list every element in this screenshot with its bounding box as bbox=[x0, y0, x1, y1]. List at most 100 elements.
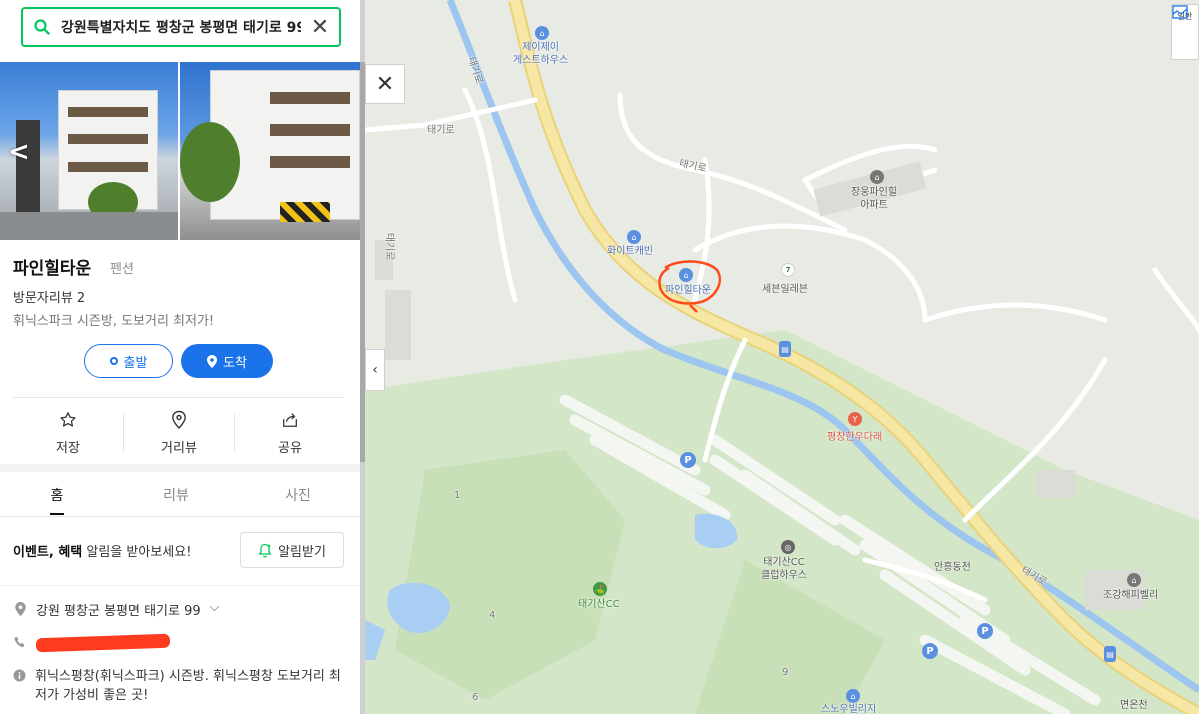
window-band bbox=[270, 156, 350, 168]
star-icon bbox=[60, 412, 76, 427]
lodging-pin-icon[interactable]: ⌂ bbox=[846, 689, 860, 703]
apartment-pin-icon[interactable]: ⌂ bbox=[870, 170, 884, 184]
convenience-store-pin-icon[interactable]: 7 bbox=[781, 263, 795, 277]
map-label-restaurant[interactable]: 평창한우다래 bbox=[827, 431, 882, 444]
clubhouse-pin-icon[interactable]: ◎ bbox=[781, 540, 795, 554]
location-pin-icon bbox=[207, 354, 218, 368]
visitor-reviews-link[interactable]: 방문자리뷰 2 bbox=[13, 287, 85, 306]
depart-button[interactable]: 출발 bbox=[84, 344, 173, 378]
restaurant-pin-icon[interactable]: Y bbox=[848, 412, 862, 426]
map-label-golf-club[interactable]: 태기산CC bbox=[578, 598, 620, 611]
section-separator bbox=[0, 464, 360, 472]
event-bold-text: 이벤트, 혜택 bbox=[13, 545, 83, 560]
parking-icon[interactable]: P bbox=[977, 623, 993, 639]
map-canvas bbox=[365, 0, 1199, 714]
app-root: 강원특별자치도 평창군 봉평면 태기로 99 ✕ < 파인힐타운 펜션 방문자리… bbox=[0, 0, 1199, 714]
road-shape bbox=[0, 212, 178, 240]
map-label-text: 태기산CC 클럽하우스 bbox=[761, 557, 807, 581]
place-panel: 강원특별자치도 평창군 봉평면 태기로 99 ✕ < 파인힐타운 펜션 방문자리… bbox=[0, 0, 365, 714]
share-icon bbox=[283, 413, 297, 427]
share-button[interactable]: 공유 bbox=[235, 408, 345, 456]
window-band bbox=[68, 162, 148, 172]
search-box[interactable]: 강원특별자치도 평창군 봉평면 태기로 99 ✕ bbox=[21, 7, 341, 47]
search-input[interactable]: 강원특별자치도 평창군 봉평면 태기로 99 bbox=[61, 17, 301, 37]
redacted-phone bbox=[35, 633, 171, 653]
save-button[interactable]: 저장 bbox=[13, 408, 123, 456]
bell-plus-icon bbox=[258, 543, 272, 557]
window-band bbox=[270, 92, 350, 104]
street-view-label: 거리뷰 bbox=[161, 441, 197, 456]
origin-dot-icon bbox=[109, 357, 118, 365]
map-label-jeje-guesthouse[interactable]: 제이제이 게스트하우스 bbox=[513, 41, 568, 67]
golf-hole-label: 1 bbox=[454, 490, 461, 501]
window-band bbox=[68, 107, 148, 117]
parking-icon[interactable]: P bbox=[680, 452, 696, 468]
sign-board bbox=[16, 120, 40, 220]
close-icon: ✕ bbox=[375, 71, 395, 97]
bus-stop-icon[interactable]: ▤ bbox=[779, 341, 791, 357]
map-label-apartment[interactable]: 장웅파인힐 아파트 bbox=[851, 186, 897, 212]
lodging-pin-icon[interactable]: ⌂ bbox=[627, 230, 641, 244]
search-icon[interactable] bbox=[23, 9, 61, 45]
map-label-white-cabin[interactable]: 화이트캐빈 bbox=[607, 245, 653, 258]
close-panel-button[interactable]: ✕ bbox=[365, 64, 405, 104]
notify-button[interactable]: 알림받기 bbox=[240, 532, 344, 568]
map-label-clubhouse[interactable]: 태기산CC 클럽하우스 bbox=[761, 556, 807, 582]
place-photo-2[interactable] bbox=[180, 62, 360, 240]
place-title: 파인힐타운 bbox=[13, 259, 92, 279]
map-type-control[interactable]: 일반 bbox=[1171, 4, 1199, 60]
tab-photos[interactable]: 사진 bbox=[243, 485, 353, 505]
place-short-description: 휘닉스파크 시즌방, 도보거리 최저가! bbox=[13, 314, 215, 329]
window-band bbox=[270, 124, 350, 136]
map-view[interactable]: ⌂ ⌂ ⌂ ⌂ 7 Y ◎ ⛳ ⌂ ⌂ ▤ ▤ P P P 제이제이 게스트하우… bbox=[365, 0, 1199, 714]
place-category: 펜션 bbox=[110, 262, 134, 277]
save-label: 저장 bbox=[56, 441, 80, 456]
map-label-pinehill-town[interactable]: 파인힐타운 bbox=[665, 284, 711, 297]
chevron-left-icon: ‹ bbox=[372, 362, 378, 378]
tree-shape bbox=[180, 122, 240, 202]
divider bbox=[0, 516, 360, 517]
share-label: 공유 bbox=[278, 441, 302, 456]
map-label-stream: 면온천 bbox=[1120, 700, 1148, 711]
bus-stop-icon[interactable]: ▤ bbox=[1104, 646, 1116, 662]
striped-barrier bbox=[280, 202, 330, 222]
golf-hole-label: 9 bbox=[782, 667, 789, 678]
lodging-pin-icon[interactable]: ⌂ bbox=[535, 26, 549, 40]
address-row[interactable]: 강원 평창군 봉평면 태기로 99 ⌵ bbox=[13, 600, 220, 619]
clear-search-icon[interactable]: ✕ bbox=[301, 9, 339, 45]
golf-hole-label: 6 bbox=[472, 692, 479, 703]
tab-home[interactable]: 홈 bbox=[2, 485, 112, 505]
photo-strip[interactable]: < bbox=[0, 62, 360, 240]
road-label: 태기로 bbox=[383, 232, 395, 261]
collapse-panel-button[interactable]: ‹ bbox=[365, 349, 385, 391]
location-pin-icon bbox=[13, 600, 27, 619]
map-label-text: 제이제이 게스트하우스 bbox=[513, 42, 569, 66]
building-pin-icon[interactable]: ⌂ bbox=[1127, 573, 1141, 587]
golf-hole-label: 4 bbox=[489, 610, 496, 621]
phone-row[interactable] bbox=[13, 633, 171, 653]
chevron-down-icon[interactable]: ⌵ bbox=[210, 600, 220, 619]
map-label-stream: 안흥동천 bbox=[934, 562, 971, 573]
divider bbox=[0, 585, 360, 586]
map-label-snow-village[interactable]: 스노우빌리지 bbox=[821, 703, 876, 714]
map-label-happy-valley[interactable]: 조강해피벨리 bbox=[1103, 589, 1158, 602]
divider bbox=[13, 397, 343, 398]
map-layers-icon bbox=[1172, 5, 1188, 19]
place-description: 휘닉스평창(휘닉스파크) 시즌방. 휘닉스평창 도보거리 최저가 가성비 좋은 … bbox=[35, 669, 341, 703]
golf-pin-icon[interactable]: ⛳ bbox=[593, 582, 607, 596]
map-label-seven-eleven[interactable]: 세븐일레븐 bbox=[762, 283, 808, 296]
event-notice: 이벤트, 혜택 알림을 받아보세요! bbox=[13, 541, 191, 560]
active-tab-indicator bbox=[50, 513, 64, 515]
tab-reviews[interactable]: 리뷰 bbox=[121, 485, 231, 505]
event-rest-text: 알림을 받아보세요! bbox=[82, 545, 192, 560]
description-row: 휘닉스평창(휘닉스파크) 시즌방. 휘닉스평창 도보거리 최저가 가성비 좋은 … bbox=[13, 667, 348, 705]
lodging-pin-icon[interactable]: ⌂ bbox=[679, 268, 693, 282]
address-text: 강원 평창군 봉평면 태기로 99 bbox=[36, 604, 201, 619]
parking-icon[interactable]: P bbox=[922, 643, 938, 659]
chevron-left-icon[interactable]: < bbox=[8, 137, 30, 167]
street-view-button[interactable]: 거리뷰 bbox=[124, 408, 234, 456]
window-band bbox=[68, 134, 148, 144]
info-icon bbox=[13, 667, 26, 705]
road-label: 태기로 bbox=[427, 125, 455, 136]
arrive-button[interactable]: 도착 bbox=[181, 344, 273, 378]
